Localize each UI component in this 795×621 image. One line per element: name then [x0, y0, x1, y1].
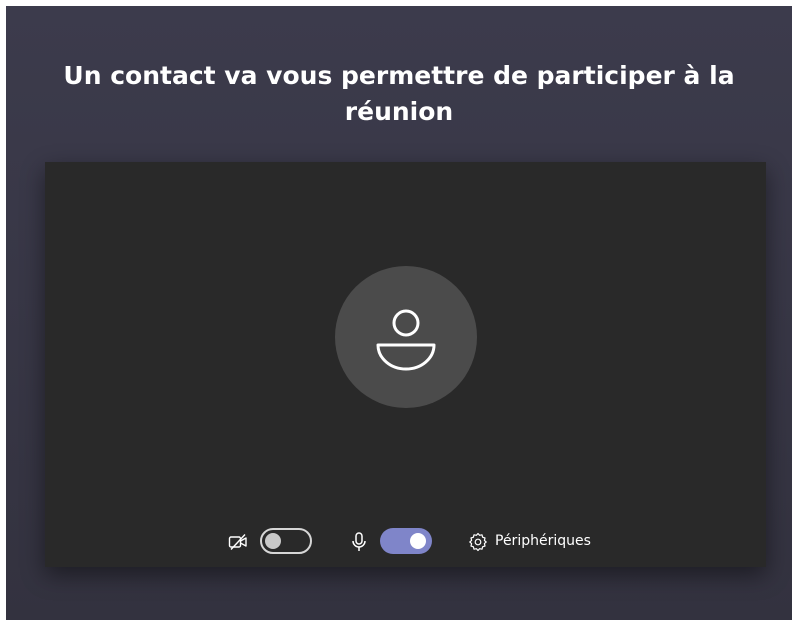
microphone-control [351, 524, 441, 560]
prejoin-screen: Un contact va vous permettre de particip… [6, 6, 792, 620]
device-controls: Périphériques [45, 524, 766, 560]
page-title: Un contact va vous permettre de particip… [63, 61, 735, 126]
microphone-toggle[interactable] [380, 528, 432, 554]
gear-icon [469, 532, 487, 552]
devices-label[interactable]: Périphériques [495, 533, 591, 549]
person-icon [376, 309, 436, 371]
microphone-icon [352, 532, 366, 551]
avatar [335, 266, 477, 408]
camera-off-icon [228, 534, 247, 550]
camera-toggle[interactable] [260, 528, 312, 554]
video-preview: Périphériques [45, 162, 766, 567]
camera-control [228, 524, 318, 560]
microphone-toggle-knob [410, 533, 426, 549]
camera-toggle-knob [265, 533, 281, 549]
